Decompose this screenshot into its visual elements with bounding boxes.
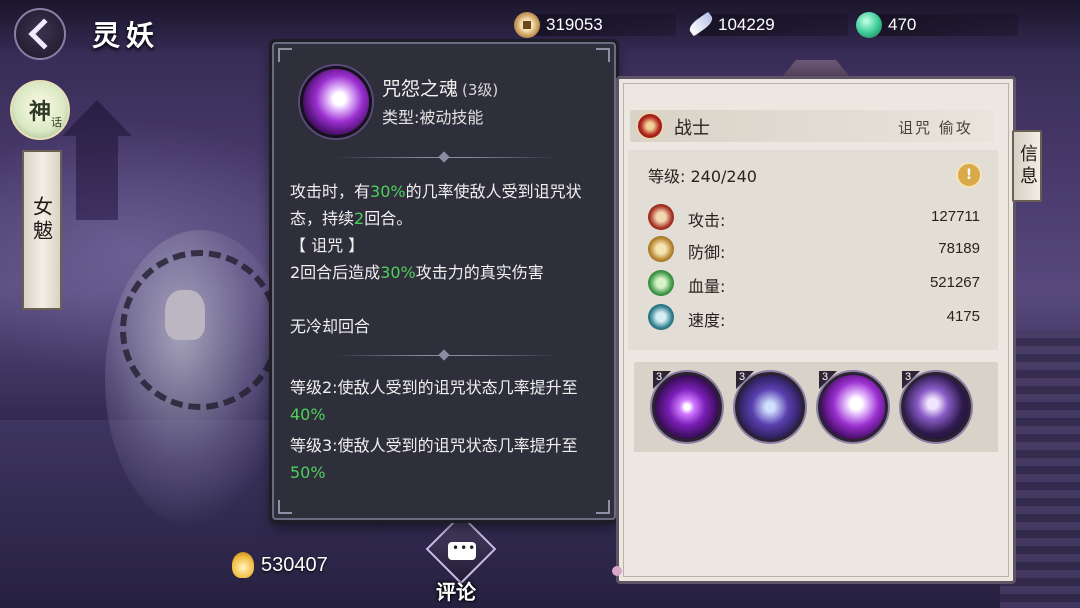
coin-icon <box>514 12 540 38</box>
warrior-class-icon <box>636 112 664 140</box>
skill-type: 类型:被动技能 <box>382 108 484 127</box>
attack-icon <box>648 204 674 230</box>
speed-icon <box>648 304 674 330</box>
skill-level-badge: 3 <box>736 371 754 389</box>
soul-flame-icon <box>232 552 254 578</box>
stat-value: 521267 <box>929 274 980 291</box>
tab-info[interactable]: 信息 <box>1012 130 1042 202</box>
page-title: 灵妖 <box>92 19 161 52</box>
curse-status-tag: 【 诅咒 】 <box>290 236 365 255</box>
comment-button[interactable]: 评论 <box>425 513 498 604</box>
back-arrow-icon <box>28 18 60 50</box>
stat-speed: 速度: 4175 <box>648 304 986 330</box>
stat-value: 78189 <box>938 240 980 257</box>
currency-coins[interactable]: 319053 <box>514 12 676 38</box>
upgrade-level-2: 等级2:使敌人受到的诅咒状态几率提升至40% <box>290 378 578 424</box>
jade-amount: 470 <box>888 15 917 34</box>
curse-soul-skill-icon <box>300 66 372 138</box>
curse-effect-description: 2回合后造成30%攻击力的真实伤害 <box>290 263 544 282</box>
skill-slot-1[interactable]: 3 <box>652 371 722 442</box>
class-tags: 诅咒 偷攻 <box>898 119 973 137</box>
spirit-name: 女魃 <box>29 196 54 244</box>
level-display: 等级: 240/240 <box>648 167 757 186</box>
skill-slot-2[interactable]: 3 <box>735 371 805 442</box>
divider <box>334 350 558 362</box>
spirit-name-scroll: 女魃 <box>22 150 62 310</box>
stat-value: 127711 <box>931 208 980 225</box>
stat-label: 速度: <box>688 311 726 330</box>
rank-badge[interactable]: 神 话 <box>10 80 70 140</box>
soul-total: 530407 <box>232 552 328 578</box>
stat-defense: 防御: 78189 <box>648 236 986 262</box>
skill-level-badge: 3 <box>902 371 920 389</box>
divider <box>334 152 558 164</box>
rank-badge-label: 神 <box>28 99 51 125</box>
level-hint-icon[interactable]: ! <box>956 162 982 188</box>
hp-icon <box>648 270 674 296</box>
feather-icon <box>686 12 712 38</box>
currency-feathers[interactable]: 104229 <box>686 12 848 38</box>
stat-value: 4175 <box>946 308 980 325</box>
stat-label: 攻击: <box>688 211 726 230</box>
currency-jade[interactable]: 470 <box>856 12 1018 38</box>
skill-slot-4[interactable]: 3 <box>901 371 971 442</box>
skill-slot-3[interactable]: 3 <box>818 371 888 442</box>
stat-attack: 攻击: 127711 <box>648 204 986 230</box>
skill-level-badge: 3 <box>653 371 671 389</box>
skill-level: (3级) <box>462 81 499 99</box>
back-button[interactable] <box>14 8 66 60</box>
upgrade-level-3: 等级3:使敌人受到的诅咒状态几率提升至50% <box>290 436 578 482</box>
feather-amount: 104229 <box>718 15 775 34</box>
coin-amount: 319053 <box>546 15 603 34</box>
stat-label: 防御: <box>688 243 726 262</box>
chat-bubble-icon <box>448 541 476 560</box>
skill-description: 攻击时，有30%的几率使敌人受到诅咒状态，持续2回合。 <box>290 182 582 228</box>
skill-level-badge: 3 <box>819 371 837 389</box>
cooldown-note: 无冷却回合 <box>290 317 371 336</box>
rank-badge-sub: 话 <box>51 116 62 129</box>
stat-label: 血量: <box>688 277 726 296</box>
tab-info-label: 信息 <box>1017 144 1038 188</box>
comment-label: 评论 <box>436 580 476 604</box>
stat-hp: 血量: 521267 <box>648 270 986 296</box>
jade-icon <box>856 12 882 38</box>
defense-icon <box>648 236 674 262</box>
class-name: 战士 <box>674 118 710 139</box>
soul-total-value: 530407 <box>261 553 328 576</box>
skill-tooltip: 咒怨之魂 (3级) 类型:被动技能 攻击时，有30%的几率使敌人受到诅咒状态，持续… <box>272 42 616 520</box>
skill-name: 咒怨之魂 (3级) <box>382 78 499 100</box>
